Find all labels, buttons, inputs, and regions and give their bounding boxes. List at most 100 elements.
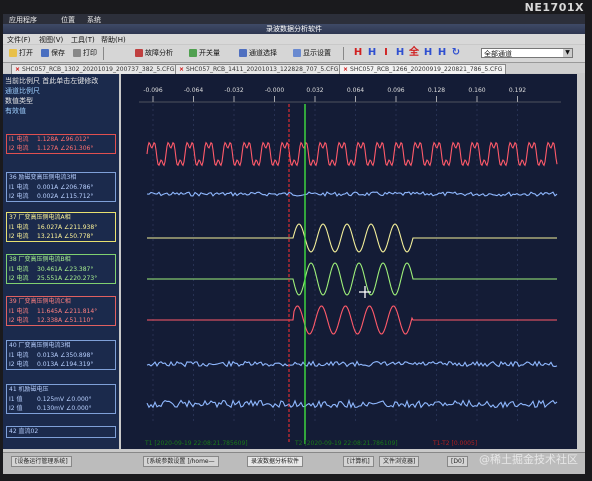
display-icon xyxy=(293,49,301,57)
channel-row-label: I1 值 xyxy=(9,396,23,403)
cursor-h-red-icon[interactable]: H xyxy=(353,47,363,59)
switch-value-label: 开关量 xyxy=(199,49,220,57)
help-menu[interactable]: 帮助(H) xyxy=(101,35,126,45)
channel-row-value: 11.645A ∠211.814° xyxy=(37,308,98,315)
channel-row-label: I1 电流 xyxy=(9,224,29,231)
channel-block[interactable]: 41 机励磁电压 I1 值 0.125mV ∠0.000° I2 值 0.130mV ∠… xyxy=(6,384,116,414)
open-button[interactable]: 打开 xyxy=(9,47,33,59)
file-tabs: × SHC057_RCB_1302_20201019_200737_382_5.C… xyxy=(3,63,585,74)
channel-row-value: 0.002A ∠115.712° xyxy=(37,193,94,200)
channel-scale-label[interactable]: 通道比例尺 xyxy=(5,86,40,96)
channel-value-row: I1 电流 30.461A ∠23.387° xyxy=(7,265,115,274)
floppy-icon xyxy=(41,49,49,57)
channel-block[interactable]: 38 厂变高压侧电流B相 I1 电流 30.461A ∠23.387° I2 电流 25… xyxy=(6,254,116,284)
channel-row-value: 0.125mV ∠0.000° xyxy=(37,396,92,403)
tab-file-2[interactable]: × SHC057_RCB_1411_20201013_122828_707_5.C… xyxy=(175,64,343,74)
channel-value-row: I2 电流 25.551A ∠220.273° xyxy=(7,274,115,283)
channel-waveform xyxy=(146,191,558,197)
channel-row-value: 12.338A ∠51.110° xyxy=(37,317,94,324)
display-settings-button[interactable]: 显示设置 xyxy=(293,47,331,59)
channel-row-label: I2 电流 xyxy=(9,361,29,368)
watermark-label: @稀土掘金技术社区 xyxy=(479,453,578,466)
toolbar: 打开 保存 打印 故障分析 开关量 通道选择 显示设置 H H I H 全 H … xyxy=(3,45,585,63)
fault-analysis-label: 故障分析 xyxy=(145,49,173,57)
channel-value-row: I2 电流 0.013A ∠194.319° xyxy=(7,360,115,369)
monitor-brand-label: NE1701X xyxy=(524,1,584,14)
cursor-status-bar: T1 [2020-09-19 22:08:21.785609] T2 [2020… xyxy=(3,440,585,450)
time-tick-label: 0.032 xyxy=(306,87,323,94)
tab-file-1-label: SHC057_RCB_1302_20201019_200737_382_5.CF… xyxy=(22,66,175,73)
printer-icon xyxy=(73,49,81,57)
cursor-h-blue-icon[interactable]: H xyxy=(367,47,377,59)
file-menu[interactable]: 文件(F) xyxy=(7,35,31,45)
view-menu[interactable]: 视图(V) xyxy=(39,35,63,45)
channel-row-value: 16.027A ∠211.938° xyxy=(37,224,98,231)
time-tick-label: 0.160 xyxy=(468,87,485,94)
channel-block[interactable]: 40 厂变高压侧电流3相 I1 电流 0.013A ∠350.898° I2 电流 0.… xyxy=(6,340,116,370)
save-button[interactable]: 保存 xyxy=(41,47,65,59)
switch-icon xyxy=(189,49,197,57)
channel-value-row: I1 电流 0.001A ∠206.786° xyxy=(7,183,115,192)
channel-row-label: I1 电流 xyxy=(9,352,29,359)
channel-row-label: I1 电流 xyxy=(9,308,29,315)
channel-waveform xyxy=(146,141,558,167)
close-icon[interactable]: × xyxy=(179,66,184,73)
scale-hint: 当前比例尺 首此单击左键修改 xyxy=(5,77,99,85)
display-settings-label: 显示设置 xyxy=(303,49,331,57)
cursor-i-red-icon[interactable]: I xyxy=(381,47,391,59)
channel-value-row: I1 电流 1.128A ∠96.012° xyxy=(7,135,115,144)
cursor-delta-readout: T1-T2 [0.0005] xyxy=(433,440,478,447)
channel-block[interactable]: 37 厂变高压侧电流A相 I1 电流 16.027A ∠211.938° I2 电流 1… xyxy=(6,212,116,242)
channel-select-button[interactable]: 通道选择 xyxy=(239,47,277,59)
task-system-settings[interactable]: [系统参数设置 ]/home— xyxy=(143,456,219,467)
refresh-icon[interactable]: ↻ xyxy=(451,47,461,59)
time-tick-label: 0.192 xyxy=(509,87,526,94)
task-d0[interactable]: [D0] xyxy=(447,456,469,467)
task-device-mgmt[interactable]: [设备运行管理系统] xyxy=(11,456,72,467)
channel-row-label: I2 电流 xyxy=(9,275,29,282)
value-type-label: 数值类型 xyxy=(5,97,33,105)
task-waveform-analysis[interactable]: 录波数据分析软件 xyxy=(247,456,304,467)
time-tick-label: -0.032 xyxy=(224,87,244,94)
channel-row-label: I2 值 xyxy=(9,405,23,412)
channel-block[interactable]: I1 电流 1.128A ∠96.012° I2 电流 1.127A ∠261.306… xyxy=(6,134,116,154)
app-menubar: 文件(F) 视图(V) 工具(T) 帮助(H) xyxy=(3,34,585,44)
switch-value-button[interactable]: 开关量 xyxy=(189,47,220,59)
close-icon[interactable]: × xyxy=(343,66,348,73)
toolbar-divider xyxy=(103,47,104,60)
time-tick-label: -0.096 xyxy=(143,87,163,94)
tab-file-3[interactable]: × SHC057_RCB_1266_20200919_220821_786_5.C… xyxy=(339,64,507,74)
channel-value-row: I1 电流 11.645A ∠211.814° xyxy=(7,307,115,316)
channel-block[interactable]: 39 厂变高压侧电流C相 I1 电流 11.645A ∠211.814° I2 电流 1… xyxy=(6,296,116,326)
channel-title: 37 厂变高压侧电流A相 xyxy=(9,214,71,221)
task-file-browser[interactable]: 文件浏览器] xyxy=(379,456,420,467)
channel-block[interactable]: 36 励磁变高压侧电流3相 I1 电流 0.001A ∠206.786° I2 电流 0… xyxy=(6,172,116,202)
waveform-plot[interactable]: -0.096 -0.064 -0.032 -0.000 0.032 0.064 0.096 0… xyxy=(121,74,577,449)
cursor-h-blue3-icon[interactable]: H xyxy=(423,47,433,59)
channel-row-value: 13.211A ∠50.778° xyxy=(37,233,94,240)
channel-row-value: 0.130mV ∠0.000° xyxy=(37,405,92,412)
fault-analysis-button[interactable]: 故障分析 xyxy=(135,47,173,59)
channel-title: 36 励磁变高压侧电流3相 xyxy=(9,174,77,181)
time-tick-label: 0.096 xyxy=(387,87,404,94)
channel-combo[interactable]: 全部通道 ▼ xyxy=(481,48,573,58)
cursor-h-blue2-icon[interactable]: H xyxy=(395,47,405,59)
tools-menu[interactable]: 工具(T) xyxy=(71,35,95,45)
value-type-value[interactable]: 有效值 xyxy=(5,106,26,116)
channel-value-row: I2 值 0.130mV ∠0.000° xyxy=(7,404,115,413)
tab-file-3-label: SHC057_RCB_1266_20200919_220821_786_5.CF… xyxy=(350,66,503,73)
cursor-all-icon[interactable]: 全 xyxy=(409,47,419,59)
channel-block[interactable]: 42 直流02 xyxy=(6,426,116,438)
channel-row-value: 25.551A ∠220.273° xyxy=(37,275,98,282)
channel-row-label: I2 电流 xyxy=(9,145,29,152)
window-title: 录波数据分析软件 xyxy=(3,24,585,34)
print-label: 打印 xyxy=(83,49,97,57)
close-icon[interactable]: × xyxy=(15,66,20,73)
print-button[interactable]: 打印 xyxy=(73,47,97,59)
task-computer[interactable]: [计算机] xyxy=(343,456,374,467)
channel-value-row: I2 电流 1.127A ∠261.306° xyxy=(7,144,115,153)
channel-row-value: 0.013A ∠194.319° xyxy=(37,361,94,368)
channel-row-label: I2 电流 xyxy=(9,193,29,200)
tab-file-1[interactable]: × SHC057_RCB_1302_20201019_200737_382_5.C… xyxy=(11,64,179,74)
cursor-h-blue4-icon[interactable]: H xyxy=(437,47,447,59)
